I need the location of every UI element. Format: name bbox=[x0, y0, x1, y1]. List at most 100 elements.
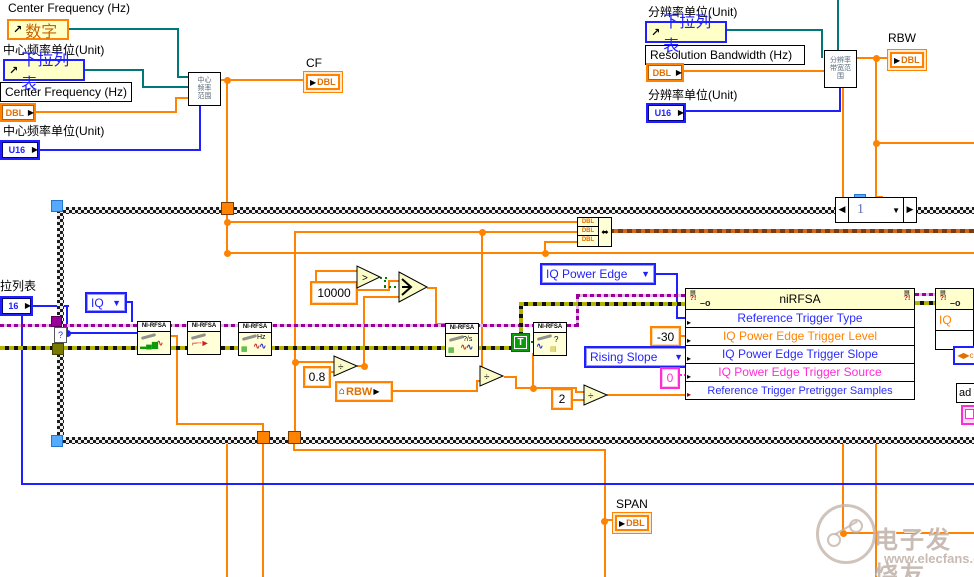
wire-iq-enum[interactable] bbox=[131, 301, 133, 322]
sequence-border-bottom[interactable] bbox=[57, 437, 974, 444]
greater-node[interactable]: > bbox=[356, 265, 382, 290]
property-row[interactable]: IQ Car bbox=[935, 310, 974, 331]
const-10000[interactable]: 10000 bbox=[310, 281, 358, 305]
case-prev-button[interactable]: ◀ bbox=[836, 198, 849, 222]
bundle-node[interactable]: DBL DBL DBL ⬌ bbox=[577, 217, 612, 247]
wire-junction[interactable] bbox=[601, 518, 608, 525]
wire-blue-long[interactable] bbox=[21, 315, 23, 485]
wire-junction[interactable] bbox=[224, 77, 231, 84]
wire-rbw-unitref[interactable] bbox=[821, 29, 823, 58]
wire-div3-out[interactable] bbox=[607, 394, 686, 396]
case-selector-value[interactable]: 1 bbox=[849, 202, 892, 218]
true-constant[interactable]: T bbox=[511, 333, 530, 352]
wire-rbw-u16[interactable] bbox=[839, 86, 841, 112]
wire-span-out[interactable] bbox=[604, 449, 606, 577]
const-0-source[interactable]: 0 bbox=[660, 367, 680, 389]
rbw-range-subvi[interactable]: 分辨率带宽范围 bbox=[824, 50, 857, 88]
nirfsa-property-node-2[interactable]: ▤?! –o IQ Car bbox=[935, 288, 974, 350]
case-selector[interactable]: ◀ 1 ▼ ▶ bbox=[835, 197, 917, 223]
cf-indicator[interactable]: ▶ DBL bbox=[303, 71, 343, 93]
wire-session[interactable] bbox=[576, 294, 579, 327]
chevron-down-icon[interactable]: ▼ bbox=[892, 206, 900, 215]
wire-rbw-ref[interactable] bbox=[837, 0, 839, 52]
wire-junction[interactable] bbox=[873, 55, 880, 62]
wire-junction[interactable] bbox=[224, 219, 231, 226]
rbw-indicator[interactable]: ▶ DBL bbox=[887, 49, 927, 71]
wire-session[interactable] bbox=[576, 294, 686, 297]
property-row[interactable]: ▸ IQ Power Edge Trigger Slope bbox=[685, 346, 915, 364]
nirfsa-config-reference-vi[interactable]: NI-RFSA ⌐┄► bbox=[187, 321, 221, 355]
tunnel-session[interactable] bbox=[51, 316, 62, 327]
nirfsa-property-node[interactable]: ▤?! –o niRFSA ▤?! ▸ Reference Trigger Ty… bbox=[685, 288, 915, 400]
wire-u16-mid[interactable] bbox=[66, 332, 138, 334]
property-row[interactable]: ▸ Reference Trigger Type bbox=[685, 310, 915, 328]
wire-bus-long[interactable] bbox=[226, 252, 974, 254]
wire-session[interactable] bbox=[0, 324, 576, 327]
wire-cf-unitref[interactable] bbox=[77, 69, 144, 71]
wire-rbwglobal-out[interactable] bbox=[390, 390, 478, 392]
nirfsa-config-rbw-vi[interactable]: NI-RFSA Hz ▦ ∿ ∿ bbox=[238, 322, 272, 356]
wire-cf-unitref[interactable] bbox=[142, 86, 189, 88]
tunnel-cf[interactable] bbox=[221, 202, 234, 215]
wire-below-left[interactable] bbox=[262, 443, 264, 577]
wire-cf-u16[interactable] bbox=[199, 104, 201, 151]
cf-dbl-terminal[interactable]: DBL ▶ bbox=[0, 103, 36, 122]
wire-blue-long[interactable] bbox=[21, 483, 974, 485]
wire-rbw2-down[interactable] bbox=[842, 86, 844, 198]
nirfsa-config-acquisition-vi[interactable]: NI-RFSA ▂▄▆ ∿ bbox=[137, 321, 171, 355]
wire-div1-up[interactable] bbox=[363, 297, 365, 365]
property-row[interactable]: ▸ IQ Power Edge Trigger Level bbox=[685, 328, 915, 346]
wire-cf-out[interactable] bbox=[219, 79, 305, 81]
wire-rbw-dbl[interactable] bbox=[679, 70, 825, 72]
wire-cluster[interactable] bbox=[609, 229, 974, 233]
wire-cf-dbl[interactable] bbox=[175, 97, 177, 113]
wire-cf-dbl[interactable] bbox=[31, 111, 177, 113]
cf-u16-terminal[interactable]: U16 ▶ bbox=[0, 140, 40, 160]
rising-slope-enum[interactable]: Rising Slope ▼ bbox=[584, 346, 689, 368]
divide-node-3[interactable]: ÷ bbox=[583, 384, 609, 407]
wire-vi5-rate[interactable] bbox=[532, 353, 534, 389]
wire-select-out[interactable] bbox=[435, 287, 437, 325]
wire-cf-u16[interactable] bbox=[34, 149, 201, 151]
wire-select-in3[interactable] bbox=[363, 296, 400, 298]
coercion-dot[interactable]: ? bbox=[54, 327, 67, 343]
wire-div1-in1[interactable] bbox=[294, 361, 336, 363]
wire-span-vert[interactable] bbox=[294, 231, 296, 431]
property-row[interactable]: ▸ Reference Trigger Pretrigger Samples bbox=[685, 382, 915, 400]
wire-junction[interactable] bbox=[361, 363, 368, 370]
select-node[interactable] bbox=[398, 271, 429, 304]
wire-below-left2[interactable] bbox=[226, 443, 228, 577]
const-0-8[interactable]: 0.8 bbox=[303, 366, 331, 388]
wire-span-out[interactable] bbox=[293, 449, 606, 451]
wire-bundle-in1[interactable] bbox=[226, 221, 578, 223]
wire-10000-cmp[interactable] bbox=[315, 270, 358, 272]
mid-u16-terminal[interactable]: 16 ▶ bbox=[0, 296, 33, 316]
rbw-global-variable[interactable]: ⌂ RBW ▶ bbox=[335, 381, 393, 402]
property-row[interactable]: ▸ IQ Power Edge Trigger Source bbox=[685, 364, 915, 382]
wire-cf-ref[interactable] bbox=[61, 28, 179, 30]
tunnel-bottomleft[interactable] bbox=[51, 435, 63, 447]
rbw-unit-refnum[interactable]: ↗ 下拉列表 bbox=[645, 14, 727, 55]
rbw-u16-terminal[interactable]: U16 ▶ bbox=[646, 103, 686, 123]
tunnel-span[interactable] bbox=[288, 431, 301, 444]
cf-unit-refnum[interactable]: ↗ 下拉列表 bbox=[3, 52, 85, 93]
const-2[interactable]: 2 bbox=[551, 388, 573, 410]
tunnel-topleft[interactable] bbox=[51, 200, 63, 212]
wire-cf-dbl[interactable] bbox=[175, 97, 189, 99]
nirfsa-config-rate-vi[interactable]: NI-RFSA ?/s ▦ ∿ ∿ bbox=[445, 323, 479, 357]
wire-junction[interactable] bbox=[292, 359, 299, 366]
wire-junction[interactable] bbox=[224, 250, 231, 257]
wire-vi1-out[interactable] bbox=[176, 423, 264, 425]
nirfsa-check-vi[interactable]: NI-RFSA ? ∿ ▤ bbox=[533, 322, 567, 356]
wire-cf-ref[interactable] bbox=[177, 28, 179, 78]
wire-rbw-u16[interactable] bbox=[681, 110, 841, 112]
wire-rbw-unitref[interactable] bbox=[716, 29, 823, 31]
tunnel-error[interactable] bbox=[52, 343, 64, 355]
case-next-button[interactable]: ▶ bbox=[903, 198, 916, 222]
pink-vi-icon[interactable] bbox=[961, 405, 974, 425]
tunnel-bottom1[interactable] bbox=[257, 431, 270, 444]
wire-error[interactable] bbox=[915, 301, 936, 305]
cf-range-subvi[interactable]: 中心频率范围 bbox=[188, 72, 221, 106]
wire-junction[interactable] bbox=[542, 250, 549, 257]
wire-junction[interactable] bbox=[873, 140, 880, 147]
